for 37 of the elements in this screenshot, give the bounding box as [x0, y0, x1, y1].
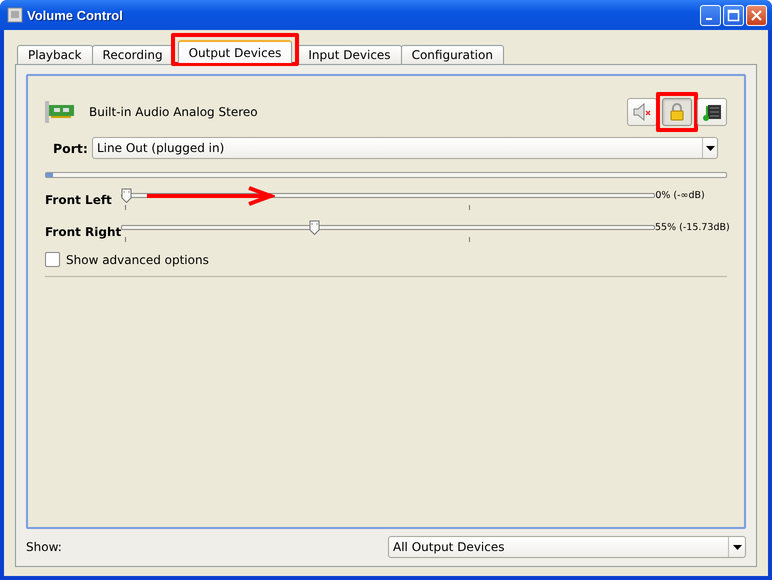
volume-reading: 55% (-15.73dB)	[655, 221, 727, 233]
tab[interactable]: Recording	[92, 45, 174, 64]
channel-label: Front Right	[45, 224, 121, 240]
lock-channels-button[interactable]	[662, 98, 692, 126]
device-name: Built-in Audio Analog Stereo	[89, 105, 259, 119]
channel-label: Front Left	[45, 192, 113, 208]
sound-card-icon	[45, 101, 74, 123]
maximize-icon	[727, 8, 740, 22]
caret-icon	[732, 544, 742, 550]
volume-slider[interactable]	[120, 188, 656, 204]
port-dropdown[interactable]: Line Out (plugged in)	[92, 137, 718, 159]
volume-reading: 0% (-∞dB)	[655, 189, 706, 201]
port-label: Port:	[53, 140, 89, 156]
minimize-button[interactable]	[700, 4, 721, 26]
tab[interactable]: Input Devices	[297, 45, 402, 64]
show-dropdown[interactable]: All Output Devices	[388, 536, 746, 558]
close-icon	[750, 8, 763, 22]
padlock-icon	[670, 103, 684, 120]
music-note-icon	[703, 105, 721, 121]
tab[interactable]: Playback	[17, 45, 93, 64]
show-label: Show:	[26, 540, 63, 554]
volume-slider[interactable]	[121, 220, 655, 236]
set-default-button[interactable]	[697, 98, 727, 126]
maximize-button[interactable]	[723, 4, 744, 26]
mute-button[interactable]	[627, 98, 657, 126]
muted-speaker-icon	[634, 103, 651, 121]
checkbox-label: Show advanced options	[66, 252, 209, 266]
slider-thumb[interactable]	[120, 188, 132, 203]
tab[interactable]: Configuration	[400, 45, 504, 64]
app-icon	[8, 8, 22, 22]
slider-thumb[interactable]	[309, 220, 320, 235]
close-button[interactable]	[746, 4, 767, 26]
checkbox[interactable]	[45, 252, 60, 267]
minimize-icon	[706, 18, 712, 20]
tab[interactable]: Output Devices	[178, 40, 292, 63]
window-title: Volume Control	[27, 8, 124, 22]
caret-icon	[706, 146, 714, 150]
